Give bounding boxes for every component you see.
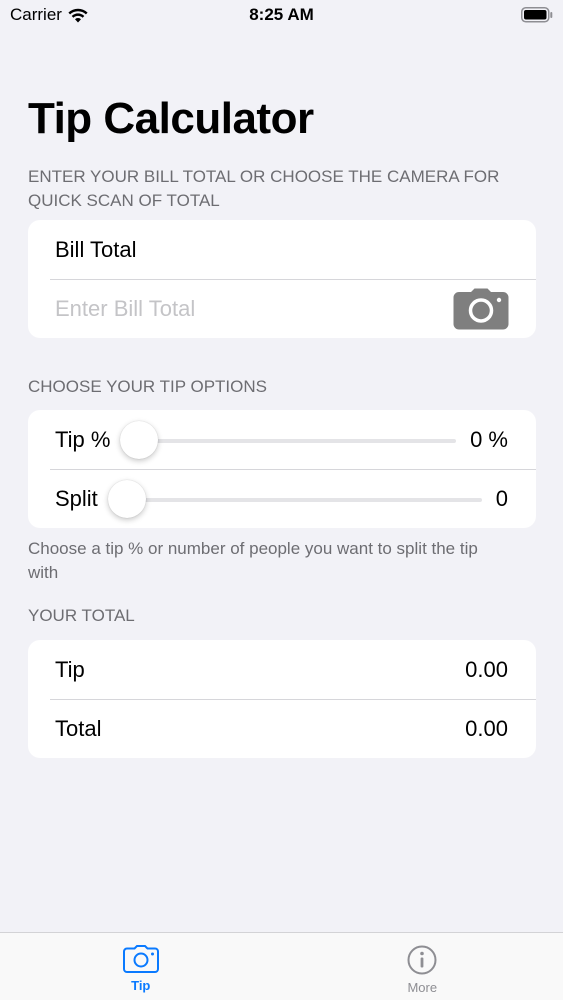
split-label: Split	[55, 485, 98, 511]
tab-tip-label: Tip	[131, 978, 151, 993]
tip-amount-value: 0.00	[465, 656, 508, 682]
bill-total-input[interactable]: Enter Bill Total	[55, 296, 195, 322]
tip-percent-value: 0 %	[470, 426, 508, 452]
tab-bar: Tip More	[0, 932, 563, 1000]
tip-amount-label: Tip	[55, 656, 85, 682]
tab-tip[interactable]: Tip	[0, 933, 282, 1000]
tip-slider-thumb[interactable]	[120, 420, 159, 459]
tip-slider-track	[126, 438, 457, 443]
footnote-line-1: Choose a tip % or number of people you w…	[28, 539, 478, 558]
split-row: Split 0	[28, 469, 536, 528]
total-section-header: YOUR TOTAL	[28, 606, 135, 625]
total-amount-value: 0.00	[465, 715, 508, 741]
battery-icon	[521, 7, 553, 28]
bill-header-line-2: QUICK SCAN OF TOTAL	[28, 191, 220, 210]
tip-options-card: Tip % 0 % Split 0	[28, 410, 536, 528]
total-amount-row: Total 0.00	[28, 699, 536, 758]
camera-icon[interactable]	[453, 288, 509, 336]
total-amount-label: Total	[55, 715, 102, 741]
page-title: Tip Calculator	[28, 94, 314, 143]
tab-more[interactable]: More	[282, 933, 563, 1000]
split-slider-thumb[interactable]	[107, 479, 146, 518]
total-card: Tip 0.00 Total 0.00	[28, 640, 536, 758]
bill-total-row: Bill Total	[28, 220, 536, 279]
bill-header-line-1: ENTER YOUR BILL TOTAL OR CHOOSE THE CAME…	[28, 167, 500, 186]
tip-amount-row: Tip 0.00	[28, 640, 536, 699]
bill-section-header: ENTER YOUR BILL TOTAL OR CHOOSE THE CAME…	[28, 165, 533, 213]
split-slider-track	[113, 497, 482, 502]
footnote-line-2: with	[28, 563, 59, 582]
clock: 8:25 AM	[249, 5, 314, 24]
bill-input-row[interactable]: Enter Bill Total	[28, 279, 536, 338]
tip-calculator-screen: Carrier 8:25 AM Tip Calculator ENTER YOU…	[0, 0, 563, 1000]
bill-card: Bill Total Enter Bill Total	[28, 220, 536, 338]
tip-percent-label: Tip %	[55, 426, 111, 452]
camera-icon	[122, 945, 159, 976]
tip-options-footnote: Choose a tip % or number of people you w…	[28, 537, 533, 585]
tip-percent-slider[interactable]	[120, 420, 457, 460]
info-icon	[407, 945, 437, 978]
bill-total-label: Bill Total	[55, 236, 137, 262]
tab-more-label: More	[407, 980, 438, 995]
tip-percent-row: Tip % 0 %	[28, 410, 536, 469]
split-slider[interactable]	[107, 479, 482, 519]
tip-section-header: CHOOSE YOUR TIP OPTIONS	[28, 377, 267, 396]
status-bar: Carrier 8:25 AM	[0, 0, 563, 30]
split-value: 0	[495, 485, 508, 511]
